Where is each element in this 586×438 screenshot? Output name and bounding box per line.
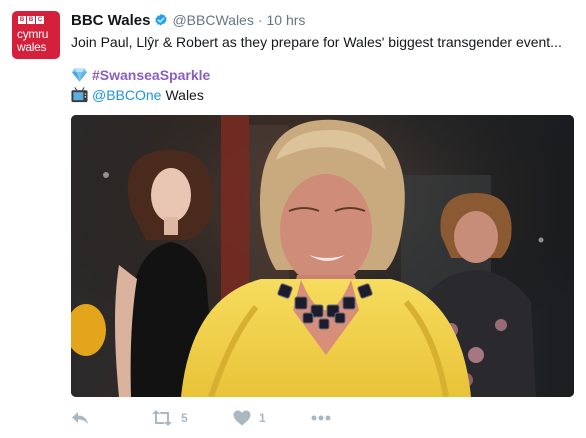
tweet-photo-image bbox=[71, 115, 574, 397]
more-dots-icon bbox=[311, 415, 331, 421]
retweet-count: 5 bbox=[181, 411, 188, 425]
mention-link[interactable]: @BBCOne bbox=[92, 87, 161, 103]
account-handle[interactable]: @BBCWales bbox=[172, 12, 253, 28]
retweet-button[interactable]: 5 bbox=[151, 407, 188, 429]
avatar[interactable]: B B C cymru wales bbox=[12, 11, 60, 59]
mention-suffix: Wales bbox=[165, 87, 204, 103]
bbc-letter-b2: B bbox=[27, 16, 35, 24]
verified-badge-icon bbox=[155, 13, 168, 26]
tweet-photo[interactable] bbox=[71, 115, 574, 397]
reply-button[interactable] bbox=[71, 407, 89, 429]
avatar-line-cymru: cymru bbox=[17, 27, 49, 41]
avatar-line-wales: wales bbox=[17, 40, 47, 54]
heart-icon bbox=[233, 410, 251, 426]
bbc-letter-b1: B bbox=[18, 16, 26, 24]
separator-dot: · bbox=[257, 12, 263, 28]
reply-icon bbox=[72, 412, 88, 424]
bbc-letter-c: C bbox=[36, 16, 44, 24]
gem-icon bbox=[71, 68, 88, 82]
account-name[interactable]: BBC Wales bbox=[71, 12, 150, 29]
tweet-header: BBC Wales @BBCWales · 10 hrs bbox=[71, 11, 305, 29]
like-count: 1 bbox=[259, 411, 266, 425]
television-icon bbox=[71, 87, 88, 103]
hashtag-line: #SwanseaSparkle bbox=[71, 65, 210, 85]
mention-line: @BBCOne Wales bbox=[71, 85, 204, 105]
hashtag-link[interactable]: #SwanseaSparkle bbox=[92, 67, 210, 83]
bbc-logo: B B C bbox=[18, 16, 44, 24]
tweet-text: Join Paul, Llŷr & Robert as they prepare… bbox=[71, 34, 562, 50]
tweet-timestamp[interactable]: 10 hrs bbox=[267, 12, 306, 28]
like-button[interactable]: 1 bbox=[233, 407, 266, 429]
more-button[interactable] bbox=[311, 407, 331, 429]
retweet-icon bbox=[152, 410, 172, 426]
